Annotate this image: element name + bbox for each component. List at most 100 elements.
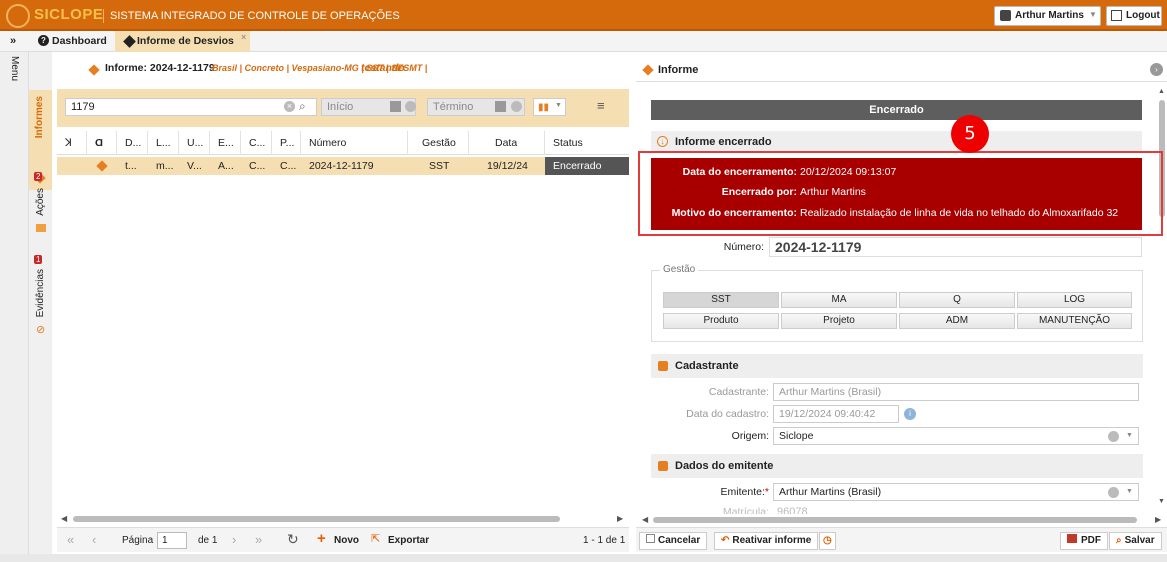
gestao-log-button[interactable]: LOG <box>1017 292 1132 308</box>
diamond-icon <box>642 64 654 76</box>
col-numero[interactable]: Número <box>301 131 408 155</box>
scroll-down-icon[interactable]: ▼ <box>1158 498 1165 505</box>
annotation-step-number: 5 <box>951 115 989 153</box>
cadastrante-section-header: Cadastrante <box>651 354 1143 378</box>
prev-page-icon[interactable]: ‹ <box>92 532 96 547</box>
numero-field[interactable]: 2024-12-1179 <box>769 237 1142 257</box>
tab-informe-desvios[interactable]: Informe de Desvios × <box>115 31 250 52</box>
user-menu-button[interactable]: Arthur Martins ▼ <box>994 6 1101 26</box>
clear-icon[interactable]: × <box>284 101 295 112</box>
collapse-menu-icon[interactable]: » <box>10 35 16 47</box>
clear-icon[interactable] <box>1108 431 1119 442</box>
chevron-down-icon: ▼ <box>555 102 562 109</box>
col-gestao[interactable]: Gestão <box>408 131 469 155</box>
col-status[interactable]: Status <box>545 131 629 155</box>
logout-button[interactable]: Logout <box>1106 6 1162 26</box>
history-button[interactable]: ◷ <box>819 532 836 550</box>
exportar-button[interactable]: Exportar <box>388 535 429 546</box>
closed-section-header: ↓ Informe encerrado <box>651 131 1142 153</box>
logout-icon <box>1111 10 1122 21</box>
informe-title: Informe: 2024-12-1179 <box>105 62 215 74</box>
logout-label: Logout <box>1126 10 1160 21</box>
col-u[interactable]: U... <box>179 131 210 155</box>
novo-button[interactable]: Novo <box>334 535 359 546</box>
col-e[interactable]: E... <box>210 131 241 155</box>
grid-header: ꓘ Ɑ D... L... U... E... C... P... Número… <box>57 131 629 155</box>
gestao-ma-button[interactable]: MA <box>781 292 897 308</box>
collapse-pane-icon[interactable]: › <box>1150 63 1163 76</box>
col-l[interactable]: L... <box>148 131 179 155</box>
search-icon[interactable]: ⌕ <box>299 99 306 114</box>
col-p[interactable]: P... <box>272 131 301 155</box>
horizontal-scrollbar[interactable]: ◀ ▶ <box>57 513 629 524</box>
undo-icon: ↶ <box>721 535 730 546</box>
scroll-up-icon[interactable]: ▲ <box>1158 88 1165 95</box>
scrollbar-thumb[interactable] <box>653 517 1137 523</box>
pdf-button[interactable]: PDF <box>1060 532 1108 550</box>
chevron-down-icon[interactable]: ▼ <box>1126 488 1133 495</box>
origem-select[interactable]: Siclope <box>773 427 1139 445</box>
clear-icon[interactable] <box>405 101 416 112</box>
gestao-sst-button[interactable]: SST <box>663 292 779 308</box>
scrollbar-thumb[interactable] <box>73 516 560 522</box>
first-page-icon[interactable]: « <box>67 532 74 547</box>
scroll-right-icon[interactable]: ▶ <box>1155 515 1161 524</box>
gestao-q-button[interactable]: Q <box>899 292 1015 308</box>
emitente-label: Emitente:* <box>720 486 769 498</box>
page-input[interactable]: 1 <box>157 532 187 549</box>
document-icon <box>658 361 668 371</box>
info-icon[interactable]: i <box>904 408 916 420</box>
col-c[interactable]: C... <box>241 131 272 155</box>
data-cadastro-field[interactable]: 19/12/2024 09:40:42 <box>773 405 899 423</box>
scroll-left-icon[interactable]: ◀ <box>642 515 648 524</box>
chevron-down-icon[interactable]: ▼ <box>1126 432 1133 439</box>
gestao-manutencao-button[interactable]: MANUTENÇÃO <box>1017 313 1132 329</box>
calendar-icon[interactable] <box>495 101 506 112</box>
cell-d: t... <box>125 160 137 172</box>
salvar-button[interactable]: ⌕ Salvar <box>1109 532 1162 550</box>
right-pane-footer: Cancelar ↶ Reativar informe ◷ PDF ⌕ Salvar <box>636 527 1167 552</box>
tab-dashboard[interactable]: ? Dashboard <box>30 31 114 52</box>
chart-dropdown-button[interactable]: ▮▮ ▼ <box>533 98 566 116</box>
inicio-date-input[interactable]: Início <box>321 98 416 116</box>
calendar-icon[interactable] <box>390 101 401 112</box>
last-page-icon[interactable]: » <box>255 532 262 547</box>
side-menu: Menu <box>0 52 29 556</box>
col-icon-2[interactable]: Ɑ <box>87 131 117 155</box>
clear-icon[interactable] <box>1108 487 1119 498</box>
gestao-produto-button[interactable]: Produto <box>663 313 779 329</box>
col-d[interactable]: D... <box>117 131 148 155</box>
refresh-icon[interactable]: ↻ <box>287 531 299 548</box>
scroll-right-icon[interactable]: ▶ <box>617 514 623 523</box>
page-total: de 1 <box>198 535 218 546</box>
col-icon-1[interactable]: ꓘ <box>57 131 87 155</box>
horizontal-scrollbar-right[interactable]: ◀ ▶ <box>640 514 1164 525</box>
checkbox-icon <box>646 534 655 543</box>
search-input[interactable]: 1179 <box>65 98 317 116</box>
cancelar-button[interactable]: Cancelar <box>639 532 708 550</box>
close-icon[interactable]: × <box>241 27 246 47</box>
scroll-left-icon[interactable]: ◀ <box>61 514 67 523</box>
reativar-button[interactable]: ↶ Reativar informe <box>714 532 819 550</box>
table-row[interactable]: t... m... V... A... C... C... 2024-12-11… <box>57 157 629 175</box>
menu-label[interactable]: Menu <box>9 56 20 81</box>
informe-header: Informe: 2024-12-1179 Brasil | Concreto … <box>52 62 630 80</box>
emitente-select[interactable]: Arthur Martins (Brasil) <box>773 483 1139 501</box>
taskbar-strip <box>0 554 1167 562</box>
add-icon[interactable]: + <box>317 530 326 547</box>
export-icon[interactable]: ⇱ <box>371 532 380 545</box>
list-menu-icon[interactable]: ≡ <box>597 98 605 113</box>
logo-icon <box>6 4 30 28</box>
diamond-icon <box>88 64 100 76</box>
search-icon: ⌕ <box>1116 535 1122 546</box>
arrow-down-circle-icon: ↓ <box>657 136 668 147</box>
gestao-projeto-button[interactable]: Projeto <box>781 313 897 329</box>
gestao-adm-button[interactable]: ADM <box>899 313 1015 329</box>
annotation-highlight <box>638 151 1163 236</box>
cadastrante-field[interactable]: Arthur Martins (Brasil) <box>773 383 1139 401</box>
clear-icon[interactable] <box>511 101 522 112</box>
next-page-icon[interactable]: › <box>232 532 236 547</box>
col-data[interactable]: Data <box>469 131 545 155</box>
cell-p: C... <box>280 160 297 172</box>
paperclip-icon: ⊘ <box>36 324 46 336</box>
